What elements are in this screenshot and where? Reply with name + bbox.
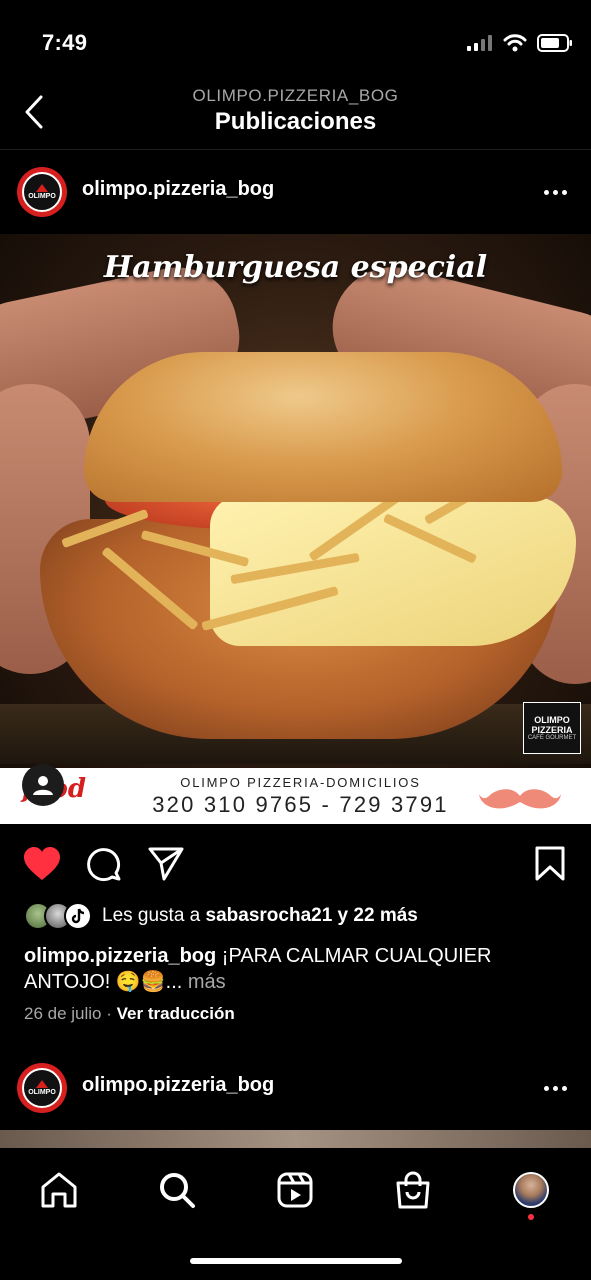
liker-username[interactable]: sabasrocha21 (206, 905, 333, 926)
likes-text[interactable]: Les gusta a sabasrocha21 y 22 más (102, 905, 418, 927)
more-options-button[interactable] (541, 180, 569, 204)
caption-username[interactable]: olimpo.pizzeria_bog (24, 945, 216, 967)
bookmark-icon (535, 846, 565, 881)
post-caption: olimpo.pizzeria_bog ¡PARA CALMAR CUALQUI… (24, 943, 564, 995)
image-title: Hamburguesa especial (103, 250, 488, 285)
burger-bun (84, 352, 562, 502)
shop-icon (396, 1171, 430, 1209)
wifi-icon (503, 34, 527, 52)
comment-button[interactable] (84, 844, 124, 884)
meta-separator: · (106, 1004, 117, 1023)
signal-icon (467, 35, 492, 51)
page-subtitle: OLIMPO.PIZZERIA_BOG (192, 86, 399, 105)
post-header: OLIMPO olimpo.pizzeria_bog (0, 150, 591, 234)
post-header-2: OLIMPO olimpo.pizzeria_bog (0, 1046, 591, 1130)
battery-icon (537, 34, 572, 52)
save-button[interactable] (530, 844, 570, 884)
page-title: Publicaciones (214, 108, 377, 135)
tiktok-icon (71, 908, 85, 924)
notification-dot (528, 1214, 534, 1220)
logo-line-2: PIZZERIA (531, 725, 573, 735)
nav-search[interactable] (155, 1168, 199, 1212)
post-meta: 26 de julio · Ver traducción (24, 1004, 235, 1024)
nav-reels[interactable] (273, 1168, 317, 1212)
logo-line-1: OLIMPO (534, 715, 570, 725)
status-icons (467, 34, 573, 52)
avatar[interactable]: OLIMPO (17, 167, 67, 217)
likes-prefix: Les gusta a (102, 905, 206, 926)
mustache-icon (479, 789, 561, 809)
user-icon (33, 776, 53, 795)
home-icon (41, 1172, 77, 1208)
caption-more-link[interactable]: más (182, 971, 226, 993)
post-image[interactable]: Hamburguesa especial OLIMPO PIZZERIA CAF… (0, 234, 591, 824)
home-indicator[interactable] (190, 1258, 402, 1264)
search-icon (160, 1173, 195, 1208)
more-options-button[interactable] (541, 1076, 569, 1100)
avatar[interactable]: OLIMPO (17, 1063, 67, 1113)
post-actions (0, 836, 591, 888)
translate-link[interactable]: Ver traducción (117, 1004, 235, 1023)
profile-avatar (513, 1172, 549, 1208)
status-bar: 7:49 (0, 0, 591, 80)
promo-strip: food OLIMPO PIZZERIA-DOMICILIOS 320 310 … (0, 768, 591, 824)
top-nav: OLIMPO.PIZZERIA_BOG Publicaciones (0, 80, 591, 150)
share-button[interactable] (146, 844, 186, 884)
likes-count[interactable]: y 22 más (332, 905, 418, 926)
share-icon (148, 847, 184, 881)
nav-profile[interactable] (509, 1168, 553, 1212)
nav-home[interactable] (37, 1168, 81, 1212)
heart-icon (24, 847, 60, 880)
likes-row[interactable]: Les gusta a sabasrocha21 y 22 más (24, 900, 418, 932)
comment-icon (87, 848, 121, 882)
post-image-2[interactable] (0, 1130, 591, 1150)
olimpo-logo: OLIMPO PIZZERIA CAFÉ GOURMET (523, 702, 581, 754)
reels-icon (277, 1172, 313, 1208)
status-time: 7:49 (42, 30, 88, 55)
logo-line-3: CAFÉ GOURMET (527, 735, 577, 741)
liker-avatar (64, 902, 92, 930)
like-button[interactable] (22, 844, 62, 884)
post-username[interactable]: olimpo.pizzeria_bog (82, 1074, 274, 1097)
post-username[interactable]: olimpo.pizzeria_bog (82, 178, 274, 201)
nav-shop[interactable] (391, 1168, 435, 1212)
tagged-users-button[interactable] (22, 764, 64, 806)
post-date: 26 de julio (24, 1004, 102, 1023)
